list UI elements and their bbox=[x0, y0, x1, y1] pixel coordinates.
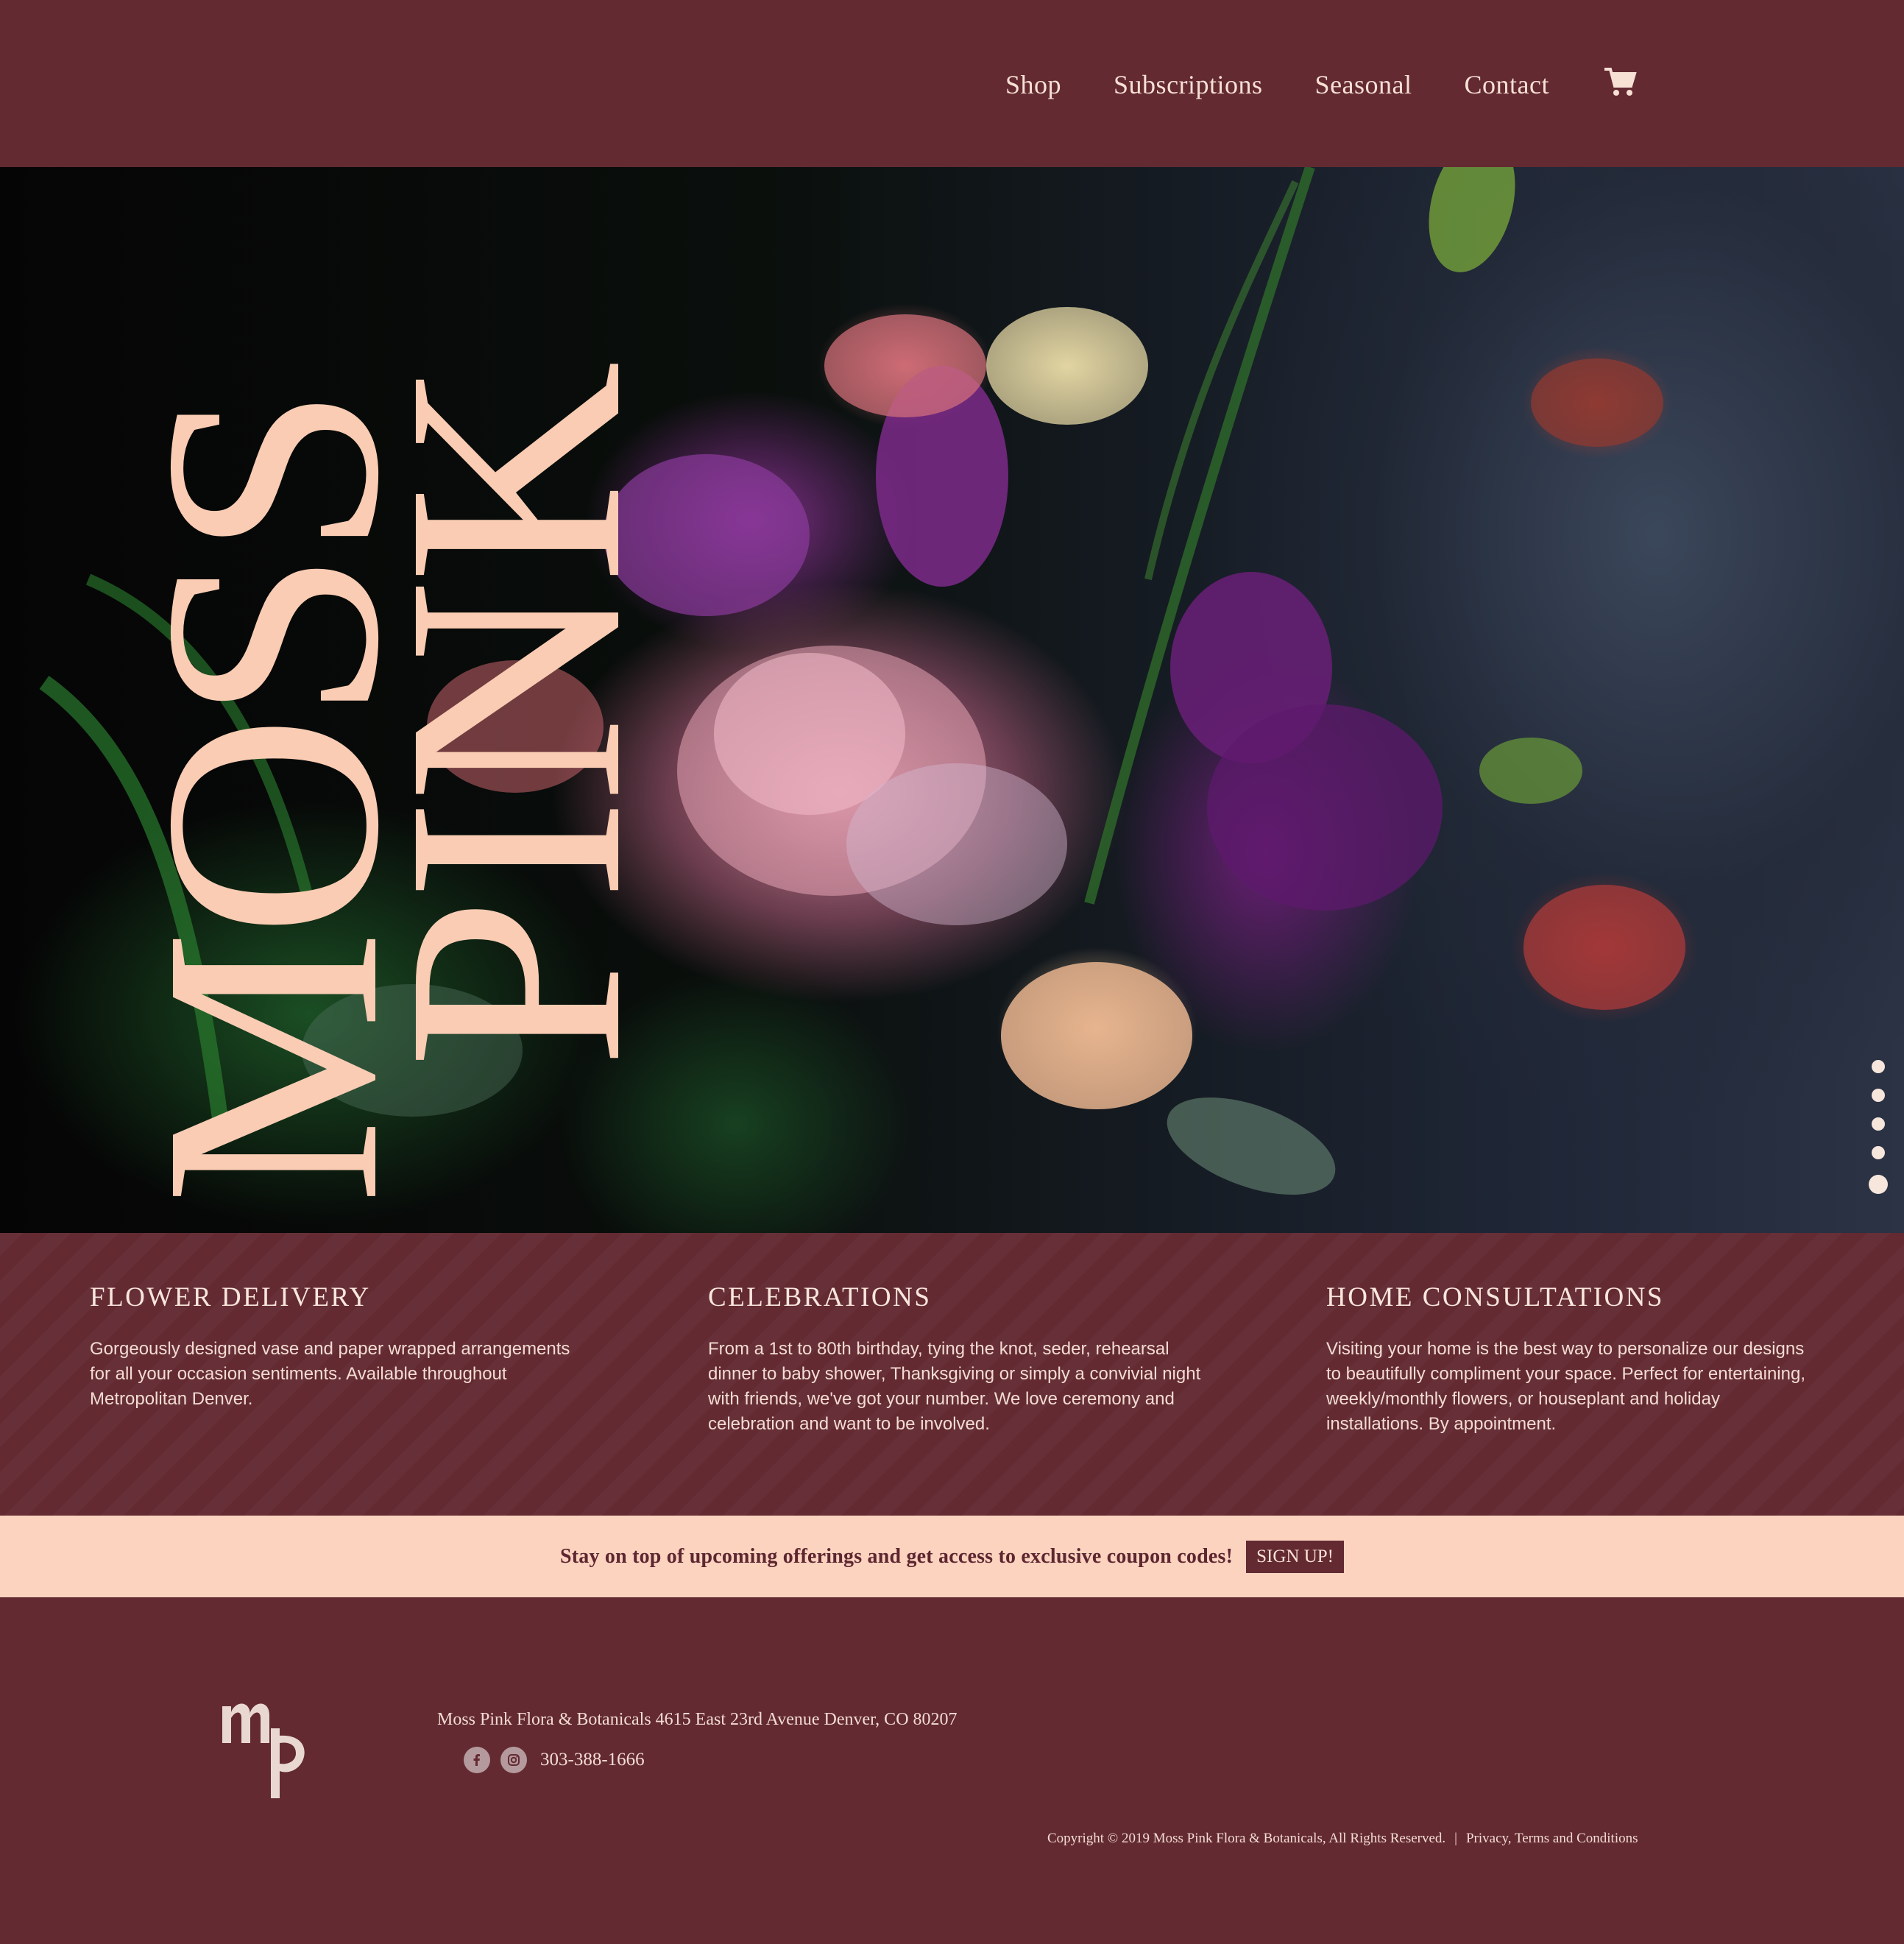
nav-contact[interactable]: Contact bbox=[1465, 63, 1549, 107]
service-home-consultations: HOME CONSULTATIONS Visiting your home is… bbox=[1326, 1280, 1841, 1437]
nav-shop[interactable]: Shop bbox=[1005, 63, 1061, 107]
main-nav: Shop Subscriptions Seasonal Contact bbox=[1005, 63, 1637, 107]
slide-dot-4[interactable] bbox=[1872, 1146, 1885, 1159]
facebook-icon[interactable] bbox=[464, 1747, 490, 1773]
slide-dot-1[interactable] bbox=[1872, 1060, 1885, 1073]
slide-dot-2[interactable] bbox=[1872, 1089, 1885, 1102]
services-section: FLOWER DELIVERY Gorgeously designed vase… bbox=[0, 1233, 1904, 1516]
newsletter-signup-band: Stay on top of upcoming offerings and ge… bbox=[0, 1516, 1904, 1597]
instagram-icon[interactable] bbox=[500, 1747, 527, 1773]
service-title: HOME CONSULTATIONS bbox=[1326, 1282, 1665, 1312]
service-title: FLOWER DELIVERY bbox=[90, 1282, 371, 1312]
service-description: Visiting your home is the best way to pe… bbox=[1326, 1339, 1805, 1434]
service-celebrations: CELEBRATIONS From a 1st to 80th birthday… bbox=[708, 1280, 1223, 1437]
privacy-terms-link[interactable]: Privacy, Terms and Conditions bbox=[1466, 1831, 1638, 1847]
service-title: CELEBRATIONS bbox=[708, 1282, 932, 1312]
site-header: Shop Subscriptions Seasonal Contact bbox=[0, 0, 1904, 167]
signup-message: Stay on top of upcoming offerings and ge… bbox=[560, 1544, 1234, 1568]
contact-row: 303-388-1666 bbox=[464, 1747, 645, 1773]
moss-pink-wordmark: MOSS PINK bbox=[100, 361, 685, 1205]
phone-number[interactable]: 303-388-1666 bbox=[540, 1750, 645, 1770]
site-footer: Moss Pink Flora & Botanicals 4615 East 2… bbox=[0, 1597, 1904, 1944]
wordmark-pink: PINK bbox=[343, 361, 685, 1069]
service-flower-delivery: FLOWER DELIVERY Gorgeously designed vase… bbox=[90, 1280, 605, 1412]
slide-dot-3[interactable] bbox=[1872, 1117, 1885, 1131]
shopping-cart-icon[interactable] bbox=[1603, 66, 1637, 97]
store-address: Moss Pink Flora & Botanicals 4615 East 2… bbox=[437, 1710, 958, 1729]
copyright-text: Copyright © 2019 Moss Pink Flora & Botan… bbox=[1047, 1831, 1446, 1846]
mp-monogram-logo bbox=[222, 1703, 305, 1798]
sign-up-button[interactable]: SIGN UP! bbox=[1246, 1540, 1344, 1573]
service-description: From a 1st to 80th birthday, tying the k… bbox=[708, 1339, 1201, 1434]
nav-subscriptions[interactable]: Subscriptions bbox=[1114, 63, 1263, 107]
hero-banner: MOSS PINK bbox=[0, 167, 1904, 1233]
slide-dot-5-active[interactable] bbox=[1869, 1175, 1888, 1194]
nav-seasonal[interactable]: Seasonal bbox=[1315, 63, 1412, 107]
legal-bar: Copyright © 2019 Moss Pink Flora & Botan… bbox=[1047, 1831, 1638, 1847]
slide-indicators bbox=[1869, 1060, 1888, 1194]
service-description: Gorgeously designed vase and paper wrapp… bbox=[90, 1339, 570, 1409]
legal-separator: | bbox=[1454, 1831, 1457, 1846]
